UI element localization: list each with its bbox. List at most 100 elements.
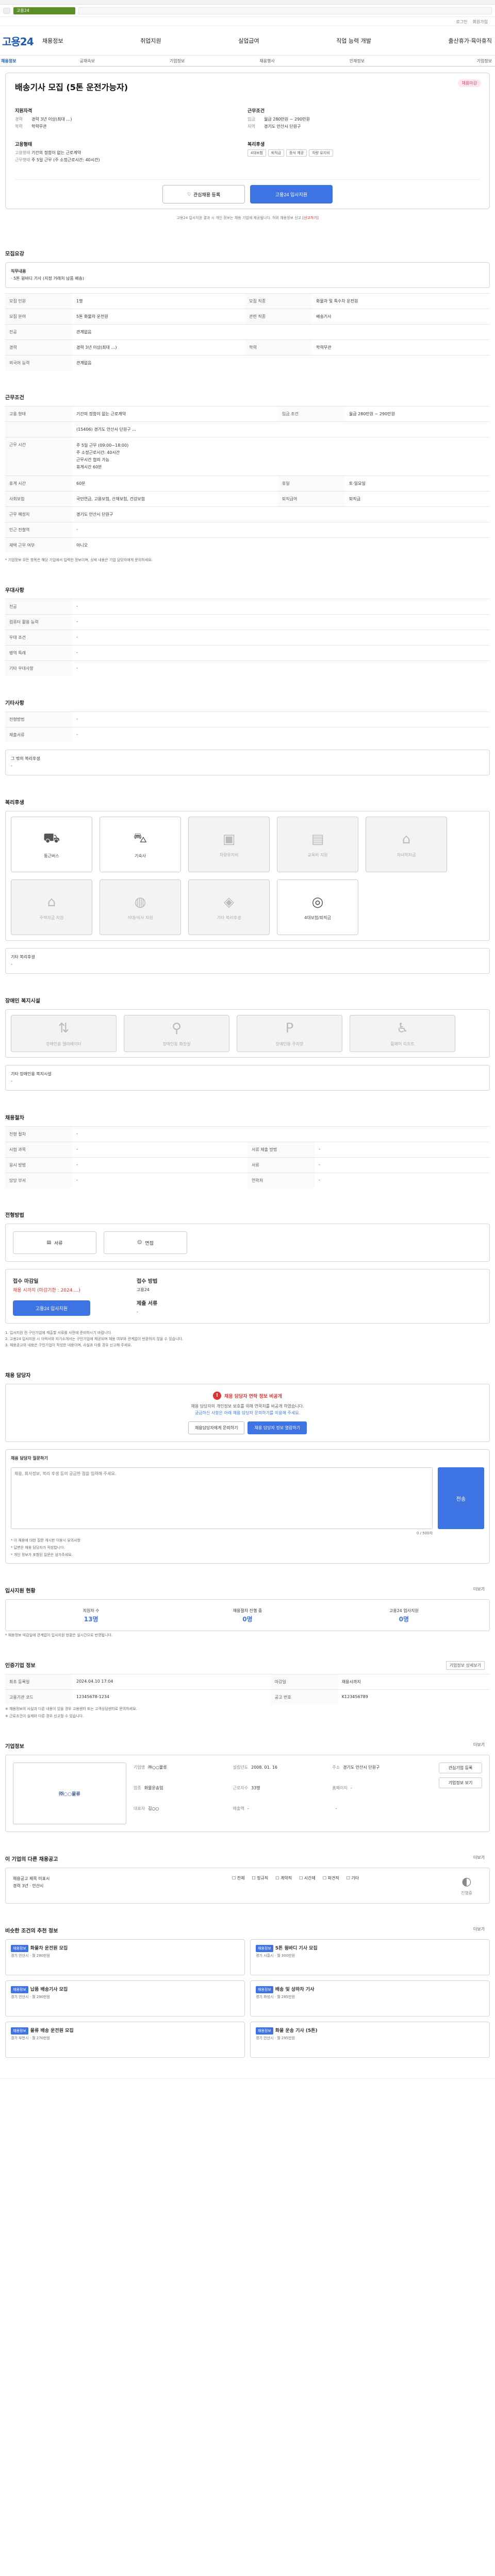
view-contact-button[interactable]: 채용 담당자 정보 열람하기	[248, 1421, 307, 1434]
hidden-text-2: 궁금하신 사항은 아래 채용 담당자 문의하기를 이용해 주세요.	[194, 1411, 301, 1415]
parking-icon: ▣	[222, 831, 236, 847]
nav-item[interactable]: 출산휴가·육아휴직	[448, 37, 491, 45]
apply-notice: 고용24 입사지원 결과 시 개인 정보는 채용 기업에 제공됩니다. 허위 채…	[0, 215, 495, 221]
other-job-meta: 경력 3년 · 안산시	[13, 1884, 44, 1888]
question-note: * 개인 정보가 포함된 질문은 삼가주세요.	[11, 1553, 73, 1557]
login-link[interactable]: 로그인	[456, 19, 467, 25]
recommend-card[interactable]: 채용정보 물류 배송 운전원 모집 경기 부천시 · 월 270만원	[5, 2022, 245, 2058]
kv-value: -	[335, 1806, 337, 1811]
th: 전공	[5, 324, 72, 340]
status-section: 입사지원 현황 더보기 지원자 수 13명 채용절차 진행 중 0명 고용24 입사…	[5, 1564, 490, 1638]
fav-company-button[interactable]: 관심기업 등록	[439, 1762, 482, 1773]
browser-chrome	[0, 0, 495, 5]
active-tab[interactable]: 고용24	[13, 7, 75, 14]
kv-key: 홈페이지	[332, 1786, 348, 1790]
th: 전공	[5, 599, 72, 615]
subnav-item[interactable]: 기업정보	[132, 58, 222, 64]
th: 제출서류	[5, 727, 72, 742]
th: 근무 예정지	[5, 506, 72, 522]
question-label: 채용 담당자 질문하기	[11, 1456, 48, 1461]
section-title: 기타사항	[5, 701, 24, 706]
send-button[interactable]: 전송	[438, 1467, 484, 1529]
interview-icon: ☺	[137, 1240, 142, 1245]
more-link[interactable]: 더보기	[473, 1586, 485, 1592]
other-job-title[interactable]: 채용공고 제목 미표시	[13, 1875, 225, 1883]
document-icon: ▤	[46, 1240, 51, 1245]
recommend-card[interactable]: 채용정보 화물차 운전원 모집 경기 안산시 · 월 280만원	[5, 1939, 245, 1975]
ask-contact-button[interactable]: 채용담당자에게 문의하기	[188, 1421, 245, 1434]
th: 담당 부서	[5, 1173, 72, 1188]
nav-item[interactable]: 채용정보	[42, 37, 63, 45]
welfare-item: ◈ 기타 복리후생	[188, 879, 270, 935]
welfare-item: ◎ 4대보험/퇴직금	[277, 879, 358, 935]
toilet-icon: ⚲	[171, 1020, 182, 1036]
filter-check[interactable]: ☐ 계약직	[275, 1875, 292, 1881]
question-input[interactable]	[11, 1467, 433, 1529]
tab-back[interactable]	[3, 7, 10, 14]
site-logo[interactable]: 고용24	[1, 33, 42, 48]
recommend-title: 물류 배송 운전원 모집	[30, 2028, 74, 2033]
subnav-item[interactable]: 인재정보	[312, 58, 402, 64]
welfare-label: 차량유지비	[219, 852, 239, 857]
nav-item[interactable]: 직업 능력 개발	[336, 37, 371, 45]
recommend-title: 화물차 운전원 모집	[30, 1946, 68, 1951]
kv-value: ㈜○○물류	[148, 1765, 167, 1770]
company-kv: -	[332, 1804, 432, 1824]
apply-button[interactable]: 고용24 입사지원	[250, 185, 333, 204]
company-detail-button[interactable]: 기업정보 상세보기	[446, 1661, 485, 1670]
subnav-item[interactable]: 기업정보	[402, 58, 494, 64]
subnav-item[interactable]: 채용정보	[1, 58, 42, 64]
th: 최초 등록일	[5, 1674, 72, 1690]
meal-icon: ◍	[134, 894, 146, 910]
section-title: 채용절차	[5, 1115, 24, 1121]
recommend-card[interactable]: 채용정보 납품 배송기사 모집 경기 안산시 · 월 290만원	[5, 1980, 245, 2016]
recommend-card[interactable]: 채용정보 화물 운송 기사 (5톤) 경기 안산시 · 월 295만원	[250, 2022, 490, 2058]
apply-button-2[interactable]: 고용24 입사지원	[13, 1300, 90, 1316]
stat-value: 0명	[242, 1616, 253, 1623]
recommend-sub: 경기 안산시 · 월 290만원	[11, 1995, 51, 1999]
status-note: * 채용정보 마감일에 관계없이 입사지원 현황은 실시간으로 반영됩니다.	[5, 1633, 113, 1637]
school-icon: ⌂	[402, 831, 411, 847]
td: 아니오	[72, 537, 490, 553]
welfare-item: ⛍ 기숙사	[100, 817, 181, 872]
filter-check[interactable]: ☐ 파견직	[323, 1875, 339, 1881]
address-bar[interactable]	[78, 7, 492, 14]
char-counter: 0 / 500자	[416, 1531, 433, 1535]
nav-item[interactable]: 취업지원	[140, 37, 161, 45]
more-link[interactable]: 더보기	[473, 1855, 485, 1860]
td: -	[315, 1173, 490, 1188]
browser-tabbar: 고용24	[0, 5, 495, 17]
company-info-button[interactable]: 기업정보 보기	[439, 1777, 482, 1788]
subnav-item[interactable]: 채용행사	[222, 58, 312, 64]
td: -	[72, 1173, 248, 1188]
job-title: 배송기사 모집 (5톤 운전가능자)	[15, 82, 128, 92]
save-job-button[interactable]: ♡ 관심채용 등록	[162, 185, 245, 204]
td: 토·일요일	[344, 476, 490, 492]
filter-check[interactable]: ☐ 기타	[346, 1875, 359, 1881]
th: 전형 절차	[5, 1126, 72, 1142]
th	[5, 421, 72, 437]
filter-label: 기타	[351, 1876, 359, 1880]
more-link[interactable]: 더보기	[473, 1926, 485, 1932]
filter-check[interactable]: ☐ 전체	[232, 1875, 244, 1881]
filter-check[interactable]: ☐ 시간제	[299, 1875, 316, 1881]
recommend-card[interactable]: 채용정보 배송 및 상하차 기사 경기 화성시 · 월 285만원	[250, 1980, 490, 2016]
other-jobs-section: 이 기업의 다른 채용공고 더보기 채용공고 제목 미표시 경력 3년 · 안산…	[5, 1832, 490, 1904]
recommend-tag: 채용정보	[256, 1986, 273, 1993]
nav-item[interactable]: 실업급여	[238, 37, 259, 45]
td: -	[72, 1126, 490, 1142]
recommend-card[interactable]: 채용정보 5톤 윙바디 기사 모집 경기 시흥시 · 월 300만원	[250, 1939, 490, 1975]
td: -	[72, 599, 490, 615]
more-link[interactable]: 더보기	[473, 1742, 485, 1748]
kv-value: 기간의 정함이 없는 근로계약	[31, 150, 81, 155]
question-note: * 답변은 채용 담당자가 작성합니다.	[11, 1546, 65, 1550]
subnav-item[interactable]: 공채속보	[42, 58, 132, 64]
company-kv: 근로자수 33명	[233, 1783, 333, 1804]
kv-key: 주소	[332, 1765, 340, 1770]
td: 관계없음	[72, 324, 490, 340]
kv-key: 기업명	[134, 1765, 145, 1770]
filter-check[interactable]: ☐ 정규직	[252, 1875, 268, 1881]
signup-link[interactable]: 회원가입	[473, 19, 488, 25]
facility-item: ♿ 휠체어 리프트	[350, 1015, 455, 1052]
report-link[interactable]: [신고하기]	[302, 216, 318, 220]
